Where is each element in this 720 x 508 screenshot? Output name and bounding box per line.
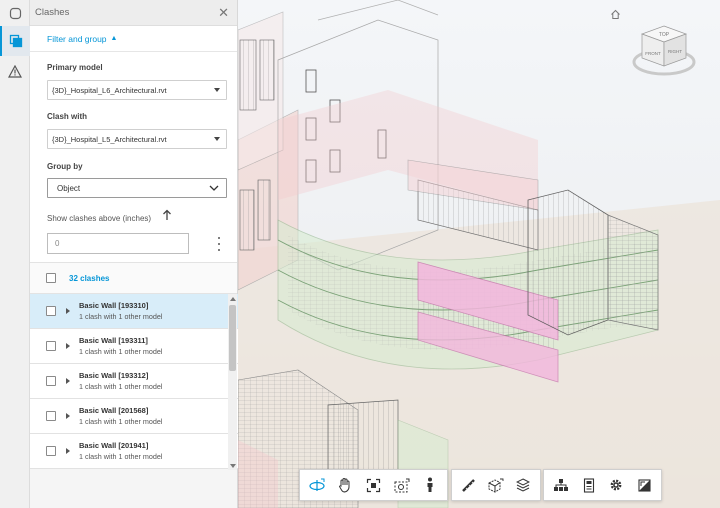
clash-row[interactable]: Basic Wall [193311] 1 clash with 1 other … [30, 329, 238, 364]
rail-issues-button[interactable] [0, 56, 30, 86]
settings-button[interactable] [603, 472, 631, 498]
clash-row[interactable]: Basic Wall [193312] 1 clash with 1 other … [30, 364, 238, 399]
clash-name: Basic Wall [201941] [79, 441, 149, 450]
threshold-label: Show clashes above (inches) [47, 214, 152, 223]
pan-button[interactable] [331, 472, 359, 498]
chevron-down-icon [209, 185, 219, 191]
clash-row[interactable]: Basic Wall [201568] 1 clash with 1 other … [30, 399, 238, 434]
clash-name: Basic Wall [201568] [79, 406, 149, 415]
layers-button[interactable] [510, 472, 537, 498]
dropdown-arrow-icon [214, 88, 220, 92]
clash-with-select[interactable]: {3D}_Hospital_L5_Architectural.rvt [47, 129, 227, 149]
arrow-up-icon[interactable] [162, 209, 172, 221]
fit-to-view-button[interactable] [359, 472, 387, 498]
panel-header: Clashes ✕ [30, 0, 237, 26]
clash-list: Basic Wall [193310] 1 clash with 1 other … [30, 294, 238, 470]
expand-arrow-icon[interactable] [66, 308, 70, 314]
list-scrollbar[interactable] [228, 294, 237, 470]
row-checkbox[interactable] [46, 306, 56, 316]
row-checkbox[interactable] [46, 411, 56, 421]
expand-arrow-icon[interactable] [66, 413, 70, 419]
viewcube-front-label: FRONT [645, 51, 661, 56]
clash-detail: 1 clash with 1 other model [79, 347, 163, 356]
orbit-button[interactable] [303, 472, 331, 498]
caret-up-icon: ▲ [110, 35, 118, 42]
more-options-icon[interactable] [216, 237, 222, 251]
navigation-toolbar [299, 469, 448, 501]
model-browser-icon [553, 479, 568, 491]
clash-icon [9, 34, 23, 48]
pan-icon [339, 478, 350, 493]
group-by-label: Group by [47, 162, 83, 171]
properties-icon [583, 477, 594, 493]
clash-row[interactable]: Basic Wall [201941] 1 clash with 1 other … [30, 434, 238, 469]
camera-icon [394, 478, 410, 492]
row-checkbox[interactable] [46, 446, 56, 456]
clash-detail: 1 clash with 1 other model [79, 452, 163, 461]
primary-model-value: {3D}_Hospital_L6_Architectural.rvt [52, 85, 167, 95]
orbit-icon [309, 478, 325, 491]
clash-with-label: Clash with [47, 112, 88, 121]
clash-detail: 1 clash with 1 other model [79, 382, 163, 391]
fullscreen-icon [638, 478, 651, 492]
expand-arrow-icon[interactable] [66, 448, 70, 454]
rounded-square-icon [9, 7, 21, 19]
clash-name: Basic Wall [193310] [79, 301, 149, 310]
filter-and-group-toggle[interactable]: Filter and group ▲ [30, 26, 237, 52]
scroll-down-arrow-icon[interactable] [230, 464, 236, 468]
viewcube[interactable]: TOP FRONT RIGHT [632, 22, 696, 80]
camera-button[interactable] [388, 472, 416, 498]
threshold-input[interactable] [47, 233, 189, 254]
panel-title: Clashes [35, 7, 70, 18]
primary-model-label: Primary model [47, 63, 103, 72]
layers-icon [516, 478, 531, 492]
rail-clashes-button[interactable] [0, 26, 30, 56]
warning-icon [8, 64, 22, 78]
home-icon[interactable] [610, 9, 621, 20]
row-checkbox[interactable] [46, 376, 56, 386]
clash-name: Basic Wall [193311] [79, 336, 148, 345]
measure-button[interactable] [455, 472, 482, 498]
clash-with-value: {3D}_Hospital_L5_Architectural.rvt [52, 134, 167, 144]
clash-row[interactable]: Basic Wall [193310] 1 clash with 1 other … [30, 294, 238, 329]
close-icon[interactable]: ✕ [218, 6, 229, 19]
left-rail [0, 0, 30, 508]
select-all-checkbox[interactable] [46, 273, 56, 283]
properties-button[interactable] [575, 472, 603, 498]
model-browser-button[interactable] [547, 472, 575, 498]
section-button[interactable] [482, 472, 509, 498]
fullscreen-button[interactable] [630, 472, 658, 498]
panels-toolbar [543, 469, 662, 501]
clash-detail: 1 clash with 1 other model [79, 312, 163, 321]
clash-detail: 1 clash with 1 other model [79, 417, 163, 426]
expand-arrow-icon[interactable] [66, 343, 70, 349]
viewcube-top-label: TOP [659, 32, 670, 38]
group-by-value: Object [57, 183, 81, 193]
primary-model-select[interactable]: {3D}_Hospital_L6_Architectural.rvt [47, 80, 227, 100]
fit-to-view-icon [366, 478, 381, 492]
scrollbar-thumb[interactable] [229, 305, 236, 371]
tools-toolbar [451, 469, 541, 501]
rail-tool-button[interactable] [0, 0, 30, 26]
expand-arrow-icon[interactable] [66, 378, 70, 384]
model-viewport[interactable]: TOP FRONT RIGHT [238, 0, 720, 508]
viewcube-right-label: RIGHT [668, 49, 682, 54]
clash-name: Basic Wall [193312] [79, 371, 149, 380]
filter-toggle-label: Filter and group [47, 33, 107, 44]
group-by-select[interactable]: Object [47, 178, 227, 198]
clash-count-row: 32 clashes [30, 262, 237, 294]
scroll-up-arrow-icon[interactable] [230, 297, 236, 301]
measure-icon [462, 478, 476, 492]
section-icon [488, 478, 504, 493]
first-person-button[interactable] [416, 472, 444, 498]
first-person-icon [427, 477, 433, 492]
dropdown-arrow-icon [214, 137, 220, 141]
clashes-panel: Clashes ✕ Filter and group ▲ Primary mod… [30, 0, 238, 508]
row-checkbox[interactable] [46, 341, 56, 351]
settings-icon [610, 479, 622, 491]
clash-count: 32 clashes [69, 273, 110, 283]
filters-section: Primary model {3D}_Hospital_L6_Architect… [30, 52, 237, 262]
